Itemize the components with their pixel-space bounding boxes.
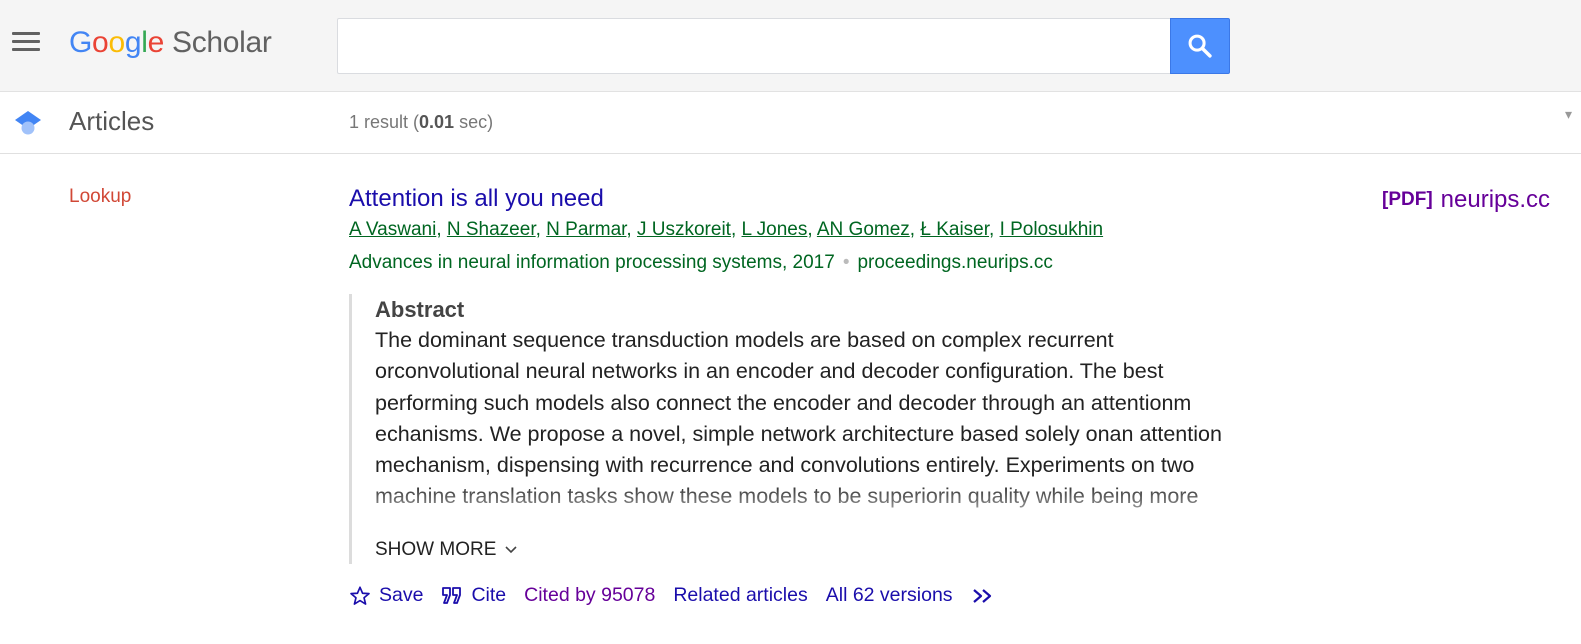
hamburger-menu-icon[interactable]	[12, 32, 42, 54]
search-input[interactable]	[337, 18, 1171, 74]
pdf-link[interactable]: [PDF] neurips.cc	[1382, 186, 1550, 214]
abstract-line: machine translation tasks show these mod…	[375, 484, 1199, 509]
star-icon	[350, 585, 370, 605]
search-button[interactable]	[1170, 18, 1230, 74]
publication-source: Advances in neural information processin…	[349, 252, 1053, 274]
header: Google Scholar	[0, 0, 1581, 92]
result-count: 1 result (0.01 sec)	[349, 112, 494, 132]
author-link[interactable]: L Jones	[742, 219, 808, 240]
graduation-cap-icon	[15, 111, 41, 135]
result-actions: Save Cite Cited by 95078 Related article…	[349, 584, 1013, 607]
separator-dot: •	[842, 252, 850, 273]
author-link[interactable]: I Polosukhin	[1000, 219, 1104, 240]
dropdown-arrow-icon[interactable]: ▾	[1565, 106, 1572, 123]
cited-by-link[interactable]: Cited by 95078	[524, 584, 655, 607]
cite-button[interactable]: Cite	[441, 584, 506, 607]
result-title-link[interactable]: Attention is all you need	[349, 185, 604, 213]
abstract-line: performing such models also connect the …	[375, 390, 1192, 415]
all-versions-link[interactable]: All 62 versions	[826, 584, 953, 607]
abstract-line: mechanism, dispensing with recurrence an…	[375, 453, 1195, 478]
save-button[interactable]: Save	[349, 584, 423, 607]
sidebar-item-lookup[interactable]: Lookup	[69, 186, 131, 208]
quote-icon	[442, 586, 462, 604]
related-articles-link[interactable]: Related articles	[673, 584, 807, 607]
abstract-line: orconvolutional neural networks in an en…	[375, 359, 1164, 384]
double-chevron-right-icon	[972, 588, 991, 603]
abstract-heading: Abstract	[375, 297, 465, 322]
author-link[interactable]: A Vaswani	[349, 219, 436, 240]
author-list: A Vaswani, N Shazeer, N Parmar, J Uszkor…	[349, 219, 1104, 240]
show-more-button[interactable]: SHOW MORE	[375, 539, 518, 561]
source-domain: proceedings.neurips.cc	[857, 252, 1053, 273]
venue-text: Advances in neural information processin…	[349, 252, 835, 273]
section-title: Articles	[69, 106, 155, 136]
author-link[interactable]: N Parmar	[546, 219, 626, 240]
google-scholar-logo[interactable]: Google Scholar	[69, 24, 272, 62]
results-toolbar: Articles 1 result (0.01 sec) ▾	[0, 92, 1581, 154]
abstract-text: The dominant sequence transduction model…	[375, 325, 1265, 530]
author-link[interactable]: J Uszkoreit	[637, 219, 731, 240]
author-link[interactable]: AN Gomez	[817, 219, 910, 240]
abstract-line: echanisms. We propose a novel, simple ne…	[375, 421, 1222, 446]
more-options-button[interactable]	[971, 587, 995, 605]
author-link[interactable]: Ł Kaiser	[920, 219, 989, 240]
search-icon	[1188, 34, 1212, 58]
abstract-line: The dominant sequence transduction model…	[375, 328, 1114, 352]
abstract-panel: Abstract The dominant sequence transduct…	[349, 294, 1269, 564]
chevron-down-icon	[505, 546, 517, 554]
author-link[interactable]: N Shazeer	[447, 219, 536, 240]
